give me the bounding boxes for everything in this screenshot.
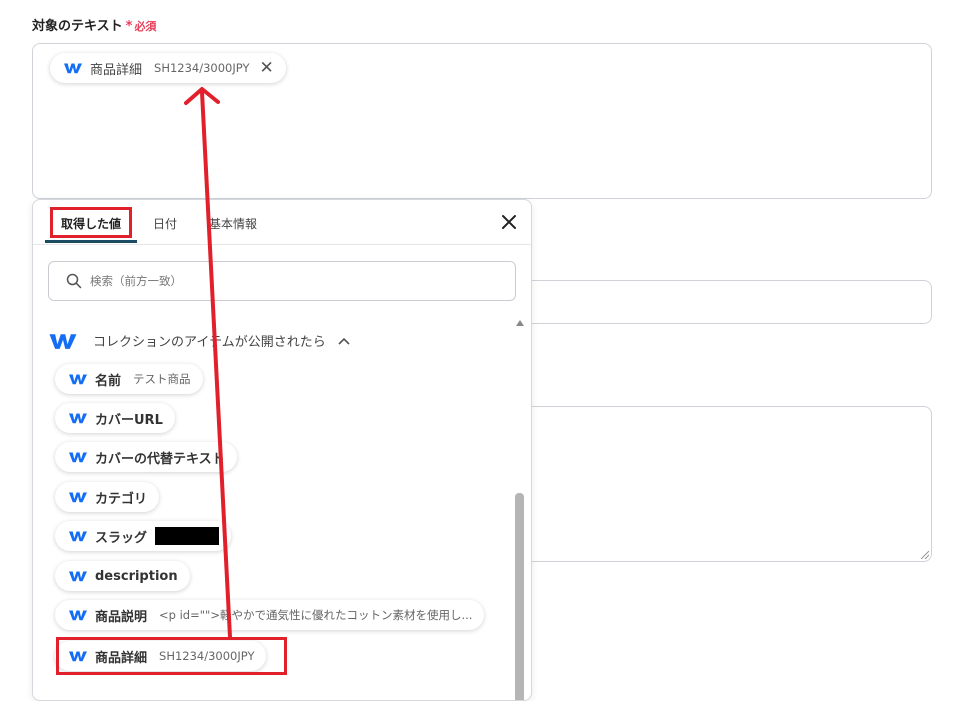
search-icon <box>66 273 82 289</box>
list-item-description[interactable]: description <box>55 561 190 591</box>
list-item-cover-alt[interactable]: カバーの代替テキスト <box>55 442 237 472</box>
item-label: 商品説明 <box>95 609 148 625</box>
selected-value-chip[interactable]: 商品詳細 SH1234/3000JPY ✕ <box>50 53 286 83</box>
chevron-up-icon[interactable] <box>338 337 350 345</box>
active-tab-indicator <box>45 240 137 243</box>
search-input[interactable] <box>88 273 492 289</box>
webflow-icon <box>64 63 82 74</box>
chip-value: SH1234/3000JPY <box>154 61 250 75</box>
required-badge: 必須 <box>134 20 157 33</box>
resize-handle-icon[interactable] <box>921 551 929 559</box>
highlight-box-item <box>56 637 287 675</box>
webflow-icon <box>69 374 87 385</box>
search-box <box>48 261 516 301</box>
field-label-text: 対象のテキスト <box>32 19 123 34</box>
webflow-icon <box>69 610 87 621</box>
list-item-cover-url[interactable]: カバーURL <box>55 403 175 433</box>
highlight-box-tab <box>50 207 132 238</box>
redacted-value <box>155 527 220 545</box>
list-item-product-description[interactable]: 商品説明 <p id="">軽やかで通気性に優れたコットン素材を使用し... <box>55 600 485 630</box>
chip-label: 商品詳細 <box>90 62 143 78</box>
target-text-area[interactable]: 商品詳細 SH1234/3000JPY ✕ <box>32 43 932 199</box>
group-title: コレクションのアイテムが公開されたら <box>93 335 326 350</box>
item-label: カバーURL <box>95 412 163 428</box>
item-label: description <box>95 568 178 584</box>
list-item-name[interactable]: 名前 テスト商品 <box>55 364 203 394</box>
item-value: テスト商品 <box>133 372 191 386</box>
webflow-icon <box>69 452 87 463</box>
item-label: スラッグ <box>95 530 148 546</box>
tab-basic-info[interactable]: 基本情報 <box>209 215 257 232</box>
list-item-category[interactable]: カテゴリ <box>55 482 160 512</box>
tab-date[interactable]: 日付 <box>153 215 177 232</box>
webflow-icon <box>69 531 87 542</box>
close-icon[interactable] <box>499 212 519 232</box>
scroll-up-arrow-icon[interactable] <box>516 320 524 326</box>
item-label: 名前 <box>95 373 122 389</box>
chip-remove-icon[interactable]: ✕ <box>259 59 273 77</box>
webflow-icon <box>69 413 87 424</box>
required-mark: * <box>125 19 133 34</box>
item-label: カバーの代替テキスト <box>95 451 225 467</box>
scrollbar-thumb[interactable] <box>515 493 524 700</box>
webflow-icon <box>49 333 77 349</box>
webflow-icon <box>69 492 87 503</box>
item-label: カテゴリ <box>95 491 148 507</box>
value-picker-popup: 取得した値 日付 基本情報 コレクションのアイテムが公開されたら 名前 テスト商… <box>32 199 532 701</box>
field-label: 対象のテキスト * 必須 <box>32 15 156 34</box>
item-value: <p id="">軽やかで通気性に優れたコットン素材を使用し... <box>159 608 473 622</box>
list-item-slug[interactable]: スラッグ <box>55 521 232 551</box>
group-header[interactable]: コレクションのアイテムが公開されたら <box>49 331 350 350</box>
webflow-icon <box>69 571 87 582</box>
